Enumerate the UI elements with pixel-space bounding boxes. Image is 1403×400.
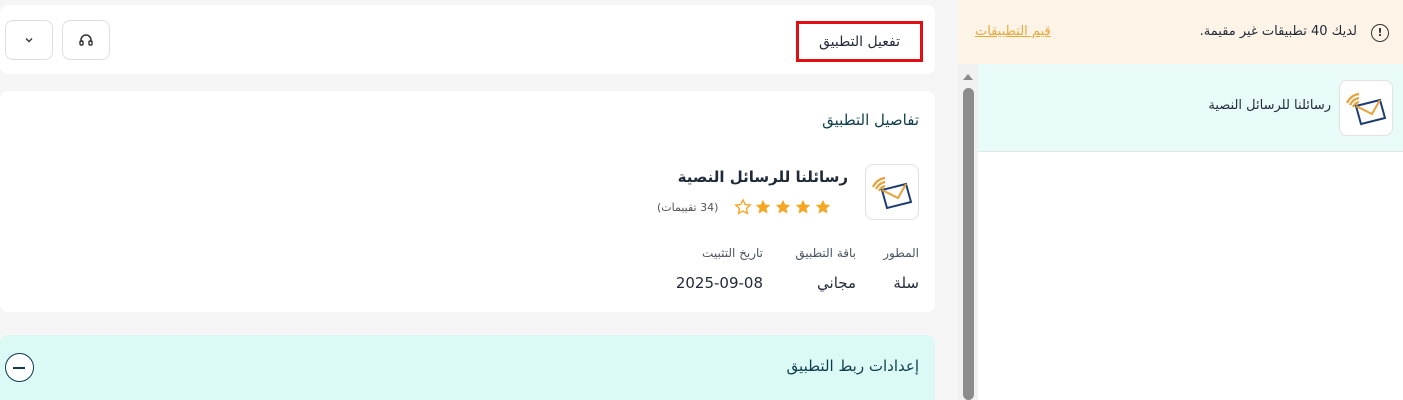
plan-value: مجاني [817, 274, 856, 292]
install-date-label: تاريخ التثبيت [702, 246, 763, 260]
developer-value: سلة [893, 274, 919, 292]
chevron-down-icon [25, 38, 33, 43]
activate-app-button[interactable]: تفعيل التطبيق [796, 21, 923, 62]
developer-label: المطور [883, 246, 919, 260]
reviews-count: (34 تقييمات) [657, 201, 719, 214]
star-filled-icon [815, 199, 831, 214]
sidebar-app-name: رسائلنا للرسائل النصية [1208, 98, 1331, 113]
app-connection-settings[interactable]: إعدادات ربط التطبيق [0, 335, 935, 400]
apps-sidebar: ! لديك 40 تطبيقات غير مقيمة. قيم التطبيق… [958, 0, 1403, 400]
star-filled-icon [795, 199, 811, 214]
top-action-bar: تفعيل التطبيق [0, 5, 935, 74]
plan-label: باقة التطبيق [795, 246, 856, 260]
support-button[interactable] [62, 20, 110, 60]
app-logo [1339, 80, 1393, 136]
rating-stars [734, 198, 832, 216]
install-date-value: 2025-09-08 [675, 274, 763, 292]
app-logo [865, 164, 919, 220]
star-filled-icon [775, 199, 791, 214]
info-icon: ! [1371, 24, 1389, 42]
envelope-signal-icon [1346, 92, 1387, 126]
notice-text: لديك 40 تطبيقات غير مقيمة. [1199, 24, 1357, 39]
app-name: رسائلنا للرسائل النصية [677, 168, 848, 186]
rate-apps-link[interactable]: قيم التطبيقات [975, 24, 1051, 39]
envelope-signal-icon [872, 176, 913, 210]
collapse-button[interactable] [5, 353, 34, 382]
app-details-card: تفاصيل التطبيق رسائلنا للرسائل النصية (3… [0, 91, 935, 312]
scroll-up-arrow-icon[interactable] [963, 74, 973, 80]
minus-icon [13, 366, 25, 369]
settings-title: إعدادات ربط التطبيق [786, 357, 919, 375]
details-title: تفاصيل التطبيق [822, 111, 919, 129]
more-options-button[interactable] [5, 20, 53, 60]
scrollbar-thumb[interactable] [963, 88, 974, 400]
sidebar-scrollbar[interactable] [958, 64, 978, 400]
star-filled-icon [755, 199, 771, 214]
star-empty-icon [734, 198, 752, 215]
headset-icon [79, 34, 93, 46]
unrated-apps-notice: ! لديك 40 تطبيقات غير مقيمة. قيم التطبيق… [958, 0, 1403, 64]
sidebar-app-item[interactable]: رسائلنا للرسائل النصية [978, 64, 1403, 152]
